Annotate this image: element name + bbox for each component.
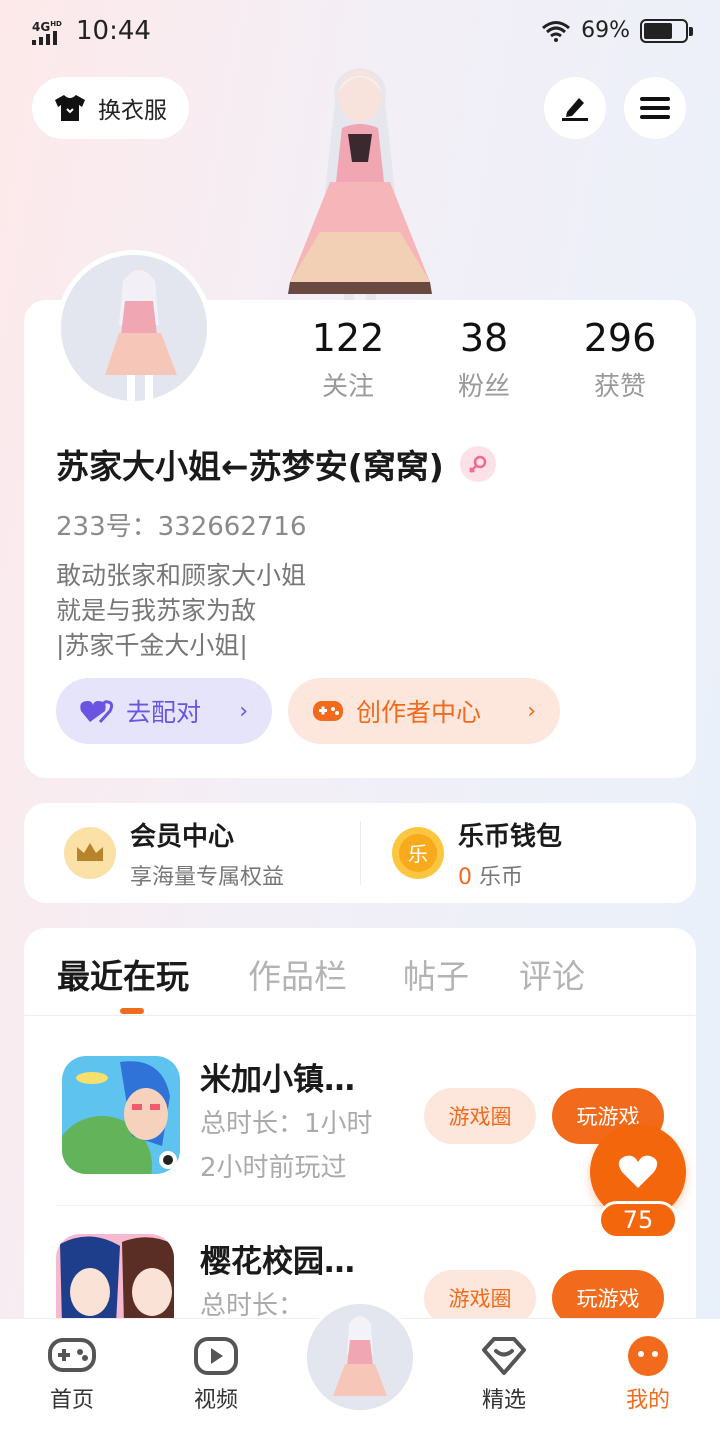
member-title: 会员中心 — [130, 821, 235, 852]
double-heart-icon — [80, 700, 114, 724]
pair-button[interactable]: 去配对 › — [56, 678, 272, 744]
stat-value: 122 — [311, 316, 385, 360]
coin-title: 乐币钱包 — [458, 821, 563, 852]
divider — [24, 1015, 696, 1016]
divider — [56, 1205, 668, 1206]
tab-indicator — [120, 1008, 144, 1014]
female-icon — [459, 446, 496, 482]
avatar-character-figure[interactable] — [280, 62, 440, 300]
coin-icon-text: 乐 — [408, 842, 428, 866]
game-duration: 总时长： — [200, 1291, 305, 1321]
pen-icon — [562, 98, 588, 121]
heart-icon — [618, 1155, 658, 1188]
tab-works[interactable]: 作品栏 — [248, 950, 347, 998]
nav-label: 首页 — [49, 1388, 94, 1413]
coin-wallet[interactable]: 乐 乐币钱包 0 乐币 — [392, 803, 562, 903]
stat-followers[interactable]: 38 粉丝 — [419, 316, 549, 403]
profile-face-icon — [628, 1336, 668, 1376]
game-circle-button[interactable]: 游戏圈 — [424, 1088, 536, 1144]
user-id: 233号：332662716 — [56, 512, 307, 542]
nav-home[interactable]: 首页 — [22, 1336, 122, 1414]
stat-value: 296 — [583, 316, 657, 360]
coin-balance: 0 乐币 — [458, 859, 562, 891]
game-last-played: 2小时前玩过 — [200, 1153, 347, 1183]
video-play-icon — [194, 1337, 238, 1375]
bio-line: 就是与我苏家为敌 — [56, 596, 257, 625]
tab-recently-played[interactable]: 最近在玩 — [57, 950, 189, 998]
stat-following[interactable]: 122 关注 — [283, 316, 413, 403]
bio: 敢动张家和顾家大小姐 就是与我苏家为敌 |苏家千金大小姐| — [56, 558, 306, 663]
nav-label: 精选 — [481, 1388, 526, 1413]
game-title[interactable]: 米加小镇… — [200, 1054, 355, 1099]
nav-featured[interactable]: 精选 — [454, 1336, 554, 1414]
tab-posts[interactable]: 帖子 — [403, 950, 469, 998]
nav-video[interactable]: 视频 — [166, 1336, 266, 1414]
change-outfit-label: 换衣服 — [98, 98, 167, 124]
tshirt-icon — [55, 95, 85, 121]
heart-diamond-icon — [482, 1337, 526, 1375]
edit-profile-button[interactable] — [544, 77, 606, 139]
game-icon[interactable] — [62, 1056, 180, 1174]
clock: 10:44 — [76, 16, 151, 46]
creator-center-button[interactable]: 创作者中心 › — [288, 678, 560, 744]
change-outfit-button[interactable]: 换衣服 — [32, 77, 189, 139]
battery-icon — [640, 18, 693, 43]
gamepad-icon — [48, 1338, 96, 1372]
game-title[interactable]: 樱花校园… — [200, 1236, 355, 1281]
coin-icon: 乐 — [392, 827, 444, 879]
like-count: 75 — [598, 1201, 678, 1239]
battery-percent: 69% — [581, 18, 630, 43]
creator-center-label: 创作者中心 — [356, 698, 482, 727]
stat-value: 38 — [459, 316, 509, 360]
bio-line: 敢动张家和顾家大小姐 — [56, 561, 307, 590]
game-duration: 总时长：1小时 — [200, 1109, 373, 1139]
stat-label: 获赞 — [593, 372, 646, 402]
menu-icon — [640, 97, 670, 119]
avatar-center-button[interactable] — [303, 1300, 417, 1414]
game-icon[interactable] — [56, 1234, 174, 1324]
bio-line: |苏家千金大小姐| — [56, 631, 248, 660]
gamepad-icon — [313, 701, 343, 721]
wifi-icon — [542, 20, 571, 42]
member-center[interactable]: 会员中心 享海量专属权益 — [64, 803, 284, 903]
coin-unit: 乐币 — [479, 864, 524, 890]
stat-label: 关注 — [321, 372, 374, 402]
nickname-text: 苏家大小姐←苏梦安(窝窝) — [56, 447, 444, 486]
member-subtitle: 享海量专属权益 — [130, 864, 285, 890]
tab-comments[interactable]: 评论 — [519, 950, 585, 998]
nav-label: 视频 — [193, 1388, 238, 1413]
nav-mine[interactable]: 我的 — [598, 1336, 698, 1414]
coin-value: 0 — [458, 864, 472, 890]
signal-icon: 4GHD — [32, 18, 66, 45]
status-bar-left: 4GHD 10:44 — [32, 16, 151, 46]
nickname: 苏家大小姐←苏梦安(窝窝) — [56, 440, 496, 488]
stat-likes[interactable]: 296 获赞 — [555, 316, 685, 403]
chevron-right-icon: › — [239, 698, 248, 724]
nav-label: 我的 — [625, 1388, 670, 1413]
avatar[interactable] — [56, 250, 212, 406]
stat-label: 粉丝 — [457, 372, 510, 402]
pair-label: 去配对 — [126, 698, 202, 727]
menu-button[interactable] — [624, 77, 686, 139]
crown-icon — [64, 827, 116, 879]
status-bar-right: 69% — [541, 18, 693, 43]
chevron-right-icon: › — [527, 698, 536, 724]
divider — [360, 821, 361, 885]
